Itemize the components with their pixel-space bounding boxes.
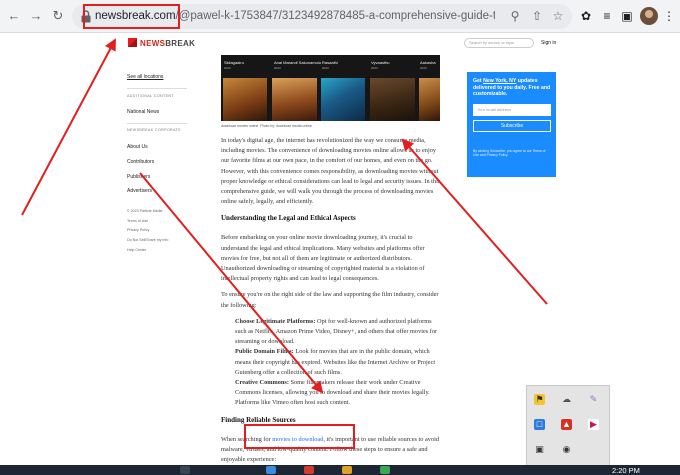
side-panel-icon[interactable]: ▣ — [620, 9, 634, 23]
taskbar-app-icon[interactable] — [266, 466, 276, 474]
list-item: Choose Legitimate Platforms: Opt for wel… — [235, 317, 438, 407]
movie-poster[interactable] — [321, 78, 365, 121]
subscribe-button[interactable]: Subscribe — [473, 120, 551, 132]
privacy-link[interactable]: Privacy Policy — [127, 228, 149, 232]
link-highlight-box — [244, 424, 355, 449]
poster-year: 2023 — [420, 66, 427, 70]
back-arrow-icon[interactable]: ← — [6, 8, 22, 24]
taskbar-app-icon[interactable] — [380, 466, 390, 474]
cloud-sync-icon[interactable]: ☁ — [561, 394, 572, 405]
site-search-input[interactable]: Search by source or topic — [464, 38, 534, 48]
record-icon[interactable]: ◉ — [561, 444, 572, 455]
newsbreak-logo[interactable]: NEWSBREAK — [128, 38, 195, 48]
zoom-search-icon[interactable]: ⚲ — [508, 9, 522, 23]
newsletter-fine-print: By clicking Subscribe, you agree to our … — [473, 149, 546, 158]
poster-title: Skilagaalru — [224, 60, 244, 65]
media-app-icon[interactable]: ▶ — [588, 419, 599, 430]
search-taskbar-icon[interactable] — [180, 466, 190, 474]
rail-divider — [127, 88, 187, 89]
movie-poster[interactable] — [419, 78, 440, 121]
chrome-menu-icon[interactable]: ⋮ — [662, 9, 676, 23]
logo-mark-icon — [128, 38, 137, 47]
taskbar-app-icon[interactable] — [304, 466, 314, 474]
article-paragraph: To ensure you're on the right side of th… — [221, 291, 439, 309]
signin-link[interactable]: Sign in — [541, 40, 556, 46]
about-us-link[interactable]: About Us — [127, 144, 148, 150]
poster-title: Anal Marandi Sakunamulu — [274, 60, 321, 65]
windows-taskbar — [0, 465, 680, 475]
newsletter-card: Get New York, NY updates delivered to yo… — [467, 72, 556, 177]
article-paragraph: In today's digital age, the internet has… — [221, 137, 441, 206]
movie-poster[interactable] — [370, 78, 415, 121]
newsletter-title: Get New York, NY updates delivered to yo… — [473, 78, 551, 98]
image-caption: download movies online Photo by: downloa… — [221, 124, 312, 128]
media-list-icon[interactable]: ≡ — [600, 9, 614, 23]
article-body: In today's digital age, the internet has… — [221, 136, 441, 471]
see-locations-link[interactable]: See all locations — [127, 74, 163, 80]
poster-title: Vyvaasthu — [371, 60, 390, 65]
contributors-link[interactable]: Contributors — [127, 159, 154, 165]
system-tray-popup: ⚑ ☁ ✎ □ ▲ ▶ ▣ ◉ — [526, 385, 610, 466]
additional-content-heading: ADDITIONAL CONTENT — [127, 94, 174, 98]
advertisers-link[interactable]: Advertisers — [127, 188, 152, 194]
movie-poster[interactable] — [272, 78, 317, 121]
corporate-heading: NEWSBREAK CORPORATE — [127, 128, 182, 132]
taskbar-clock: 2:20 PM — [612, 466, 640, 475]
extensions-puzzle-icon[interactable]: ✿ — [579, 9, 593, 23]
forward-arrow-icon[interactable]: → — [28, 8, 44, 24]
url-highlight-box — [83, 4, 180, 29]
poster-year: 2023 — [322, 66, 329, 70]
share-icon[interactable]: ⇧ — [530, 9, 544, 23]
movie-poster[interactable] — [223, 78, 267, 121]
terms-link[interactable]: Terms of Use — [127, 219, 148, 223]
article-paragraph: Before embarking on your online movie do… — [221, 234, 425, 283]
poster-year: 2023 — [274, 66, 281, 70]
rail-divider — [127, 123, 187, 124]
movie-poster-strip: Skilagaalru 2023 Anal Marandi Sakunamulu… — [221, 55, 440, 121]
reload-icon[interactable]: ↻ — [50, 8, 66, 24]
taskbar-app-icon[interactable] — [342, 466, 352, 474]
poster-year: 2023 — [371, 66, 378, 70]
location-link[interactable]: New York, NY — [483, 78, 516, 84]
section-heading: Understanding the Legal and Ethical Aspe… — [221, 214, 356, 223]
pdf-reader-icon[interactable]: ▲ — [561, 419, 572, 430]
do-not-sell-link[interactable]: Do Not Sell/Share my info — [127, 238, 168, 242]
poster-year: 2023 — [224, 66, 231, 70]
copyright-text: © 2023 Particle Media — [127, 209, 163, 213]
logo-text-main: NEWS — [140, 39, 166, 48]
bookmark-star-icon[interactable]: ☆ — [551, 9, 565, 23]
email-field[interactable]: Your email address — [473, 104, 551, 116]
profile-avatar[interactable] — [640, 7, 658, 25]
monitor-app-icon[interactable]: □ — [534, 419, 545, 430]
security-shield-icon[interactable]: ⚑ — [534, 394, 545, 405]
arrow-to-url — [21, 38, 116, 216]
camera-icon[interactable]: ▣ — [534, 444, 545, 455]
poster-title: Rasaathi — [322, 60, 338, 65]
screenshot-root: ← → ↻ newsbreak.com/@p​awel-k-1753847/31… — [0, 0, 680, 475]
help-center-link[interactable]: Help Center — [127, 248, 146, 252]
national-news-link[interactable]: National News — [127, 109, 159, 115]
logo-text-rest: BREAK — [165, 39, 196, 48]
publishers-link[interactable]: Publishers — [127, 174, 150, 180]
poster-title: Aakasha — [420, 60, 436, 65]
pen-tool-icon[interactable]: ✎ — [588, 394, 599, 405]
